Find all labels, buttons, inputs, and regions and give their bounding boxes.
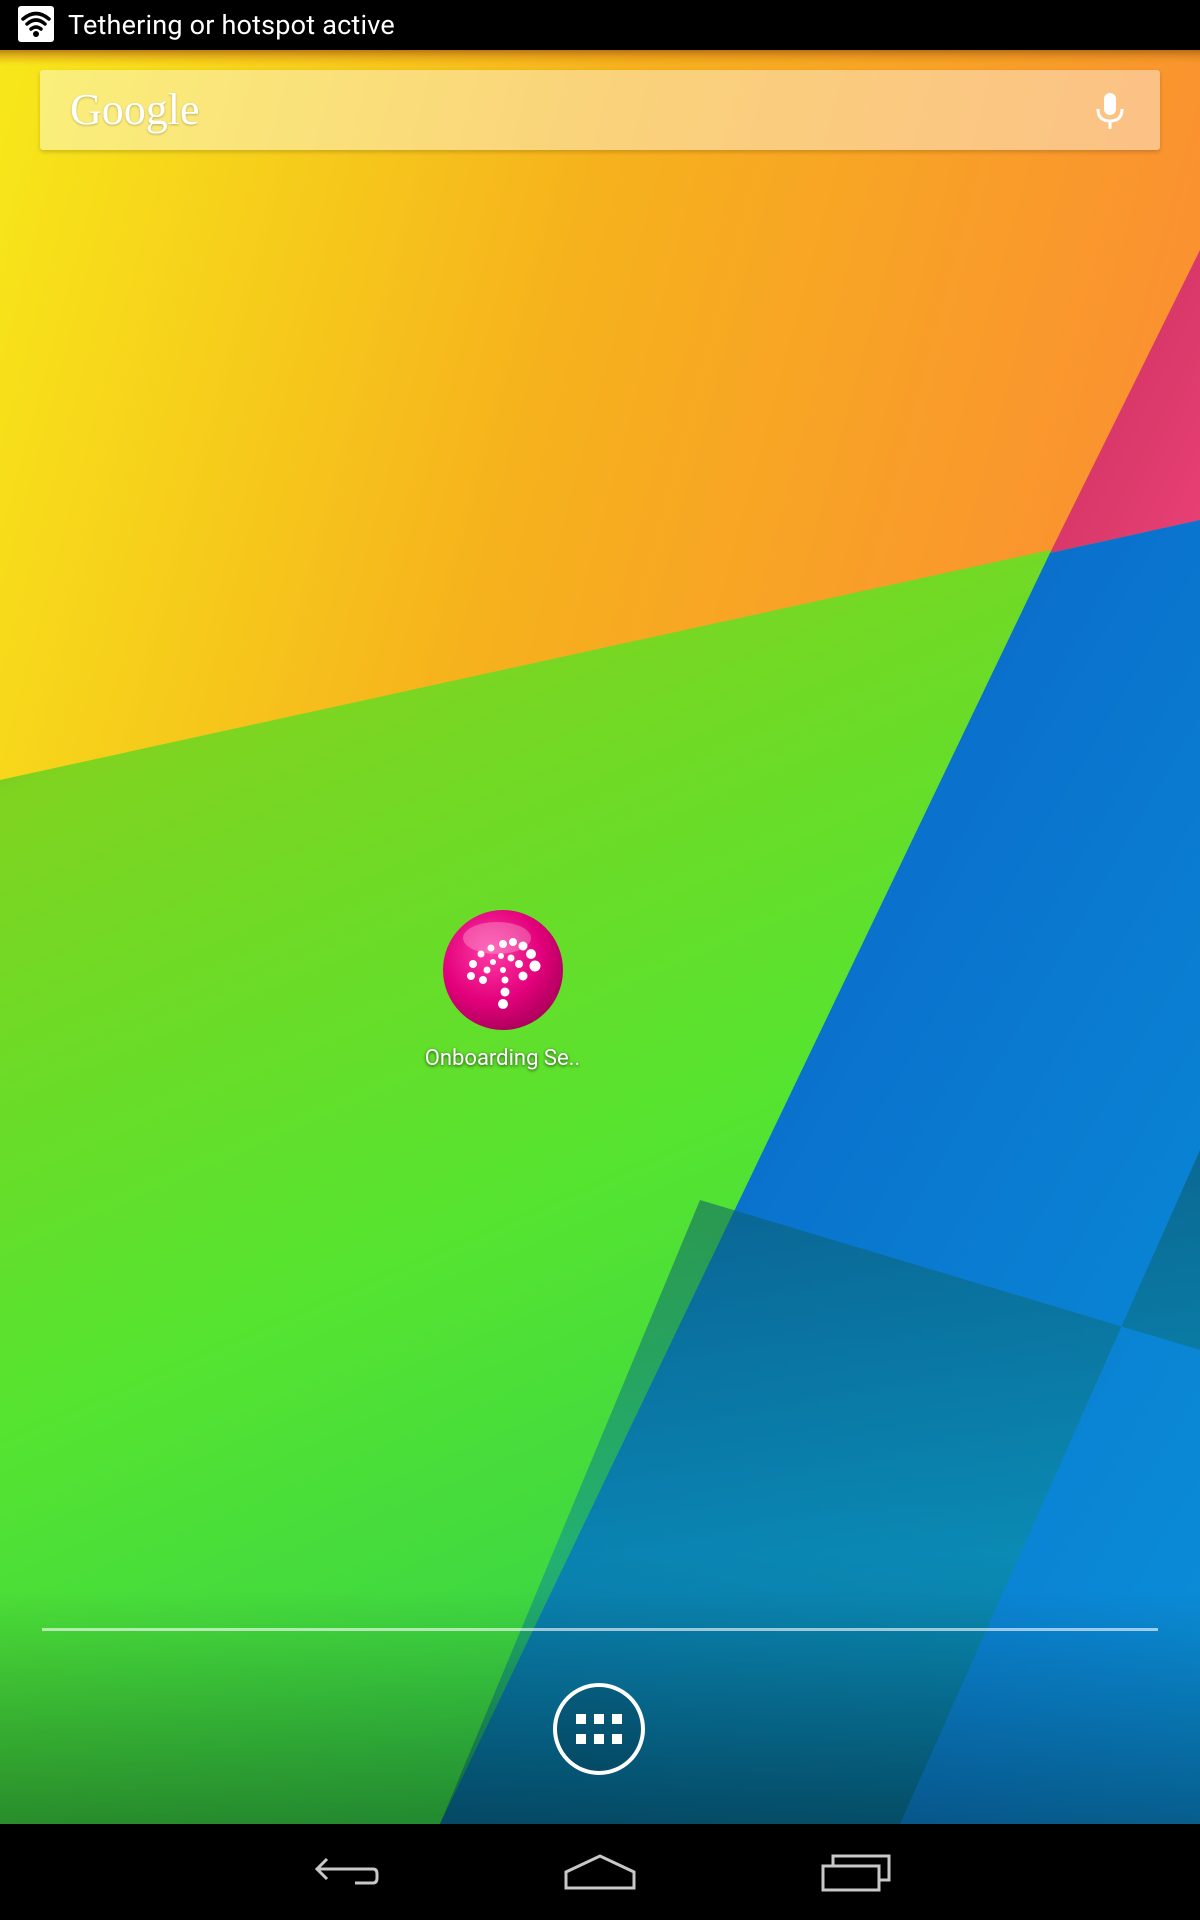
hotspot-icon — [18, 6, 54, 42]
onboarding-app-icon[interactable] — [441, 908, 565, 1032]
google-search-bar[interactable]: Google — [40, 70, 1160, 150]
status-bar: Tethering or hotspot active — [0, 0, 1200, 50]
dock-divider — [42, 1628, 1158, 1631]
microphone-icon[interactable] — [1080, 80, 1140, 140]
app-label: Onboarding Se.. — [424, 1046, 581, 1071]
android-home-screen: Tethering or hotspot active Google Onboa… — [0, 0, 1200, 1920]
notification-text: Tethering or hotspot active — [68, 9, 395, 41]
back-icon[interactable] — [303, 1842, 383, 1902]
recents-icon[interactable] — [817, 1842, 897, 1902]
google-logo: Google — [70, 85, 200, 134]
app-drawer-icon[interactable] — [552, 1682, 646, 1776]
app-shortcut-onboarding[interactable]: Onboarding Se.. — [400, 908, 605, 1078]
navigation-bar — [0, 1824, 1200, 1920]
home-icon[interactable] — [560, 1842, 640, 1902]
